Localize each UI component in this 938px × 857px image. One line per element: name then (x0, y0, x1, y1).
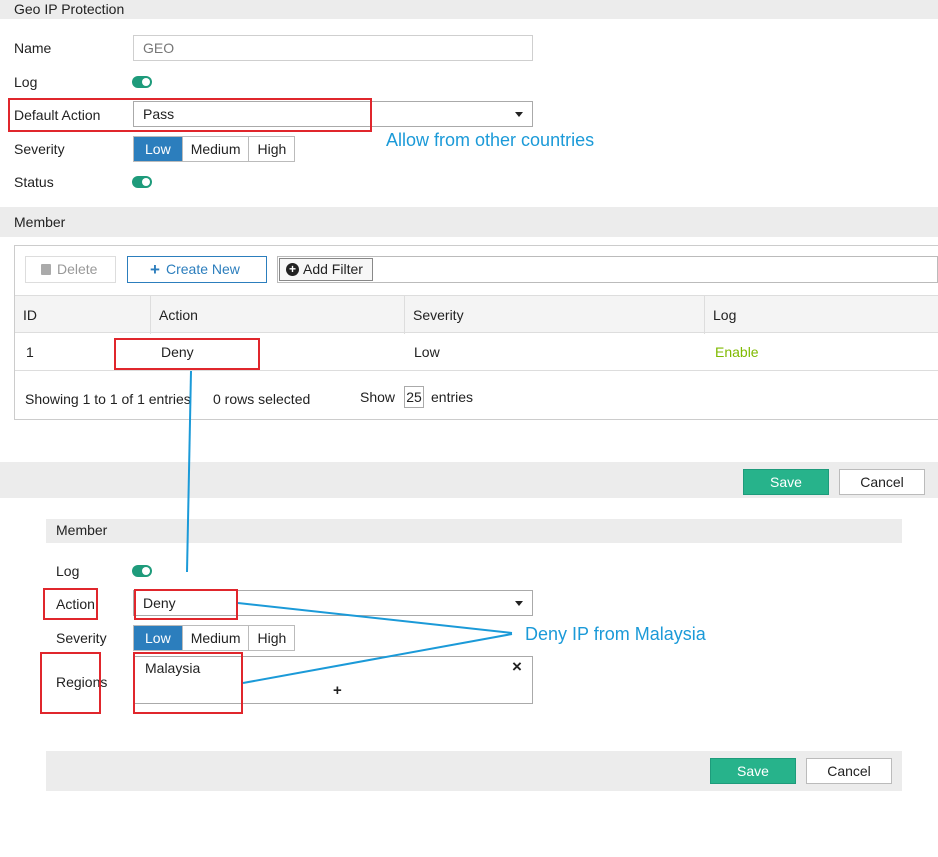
name-label: Name (14, 40, 52, 56)
create-new-button[interactable]: + Create New (127, 256, 267, 283)
annotation-deny: Deny IP from Malaysia (525, 624, 706, 644)
chevron-down-icon (515, 601, 523, 606)
selected-info: 0 rows selected (213, 391, 311, 407)
status-toggle[interactable] (132, 176, 152, 188)
showing-info: Showing 1 to 1 of 1 entries (25, 391, 191, 407)
trash-icon (41, 264, 51, 275)
close-icon[interactable]: × (512, 657, 522, 677)
row-id: 1 (26, 344, 34, 360)
save-button[interactable]: Save (743, 469, 829, 495)
col-action[interactable]: Action (159, 307, 198, 323)
show-label: Show (360, 389, 396, 405)
severity-high-option[interactable]: High (249, 137, 294, 161)
dialog-log-label: Log (56, 563, 80, 579)
dialog-save-button[interactable]: Save (710, 758, 796, 784)
member-dialog-header: Member (46, 519, 902, 543)
delete-button[interactable]: Delete (25, 256, 116, 283)
cancel-button[interactable]: Cancel (839, 469, 925, 495)
row-severity: Low (414, 344, 440, 360)
status-label: Status (14, 174, 54, 190)
member-dialog-title: Member (56, 522, 108, 538)
member-section-header: Member (0, 207, 938, 237)
section-title: Geo IP Protection (14, 1, 125, 17)
highlight-deny-row (114, 338, 260, 370)
dialog-log-toggle[interactable] (132, 565, 152, 577)
plus-circle-icon: + (286, 263, 299, 276)
dialog-cancel-button[interactable]: Cancel (806, 758, 892, 784)
dialog-severity-low-option[interactable]: Low (134, 626, 183, 650)
plus-icon: + (150, 260, 160, 279)
dialog-severity-segmented: Low Medium High (133, 625, 296, 651)
highlight-action-label (43, 588, 98, 620)
log-toggle[interactable] (132, 76, 152, 88)
highlight-action-value (134, 589, 238, 620)
severity-low-option[interactable]: Low (134, 137, 183, 161)
highlight-default-action (8, 98, 372, 132)
row-log-status: Enable (715, 344, 759, 360)
dialog-severity-label: Severity (56, 630, 107, 646)
add-region-icon[interactable]: + (333, 682, 342, 699)
create-new-label: Create New (166, 261, 240, 277)
log-label: Log (14, 74, 38, 90)
highlight-regions-label (40, 652, 101, 714)
delete-label: Delete (57, 261, 98, 277)
severity-medium-option[interactable]: Medium (183, 137, 250, 161)
filter-bar[interactable]: + Add Filter (277, 256, 938, 283)
chevron-down-icon (515, 112, 523, 117)
entries-label: entries (431, 389, 474, 405)
table-header: ID Action Severity Log (15, 295, 938, 334)
section-header: Geo IP Protection (0, 0, 938, 19)
dialog-severity-medium-option[interactable]: Medium (183, 626, 250, 650)
add-filter-button[interactable]: + Add Filter (279, 258, 373, 281)
col-id[interactable]: ID (23, 307, 37, 323)
severity-label: Severity (14, 141, 65, 157)
col-severity[interactable]: Severity (413, 307, 464, 323)
highlight-regions-value (133, 652, 243, 714)
severity-segmented: Low Medium High (133, 136, 296, 162)
name-input[interactable]: GEO (133, 35, 533, 61)
add-filter-label: Add Filter (303, 261, 363, 277)
member-title: Member (14, 214, 66, 230)
col-log[interactable]: Log (713, 307, 736, 323)
page-size-select[interactable]: 25 (404, 386, 424, 408)
dialog-severity-high-option[interactable]: High (249, 626, 294, 650)
annotation-allow: Allow from other countries (386, 130, 595, 150)
